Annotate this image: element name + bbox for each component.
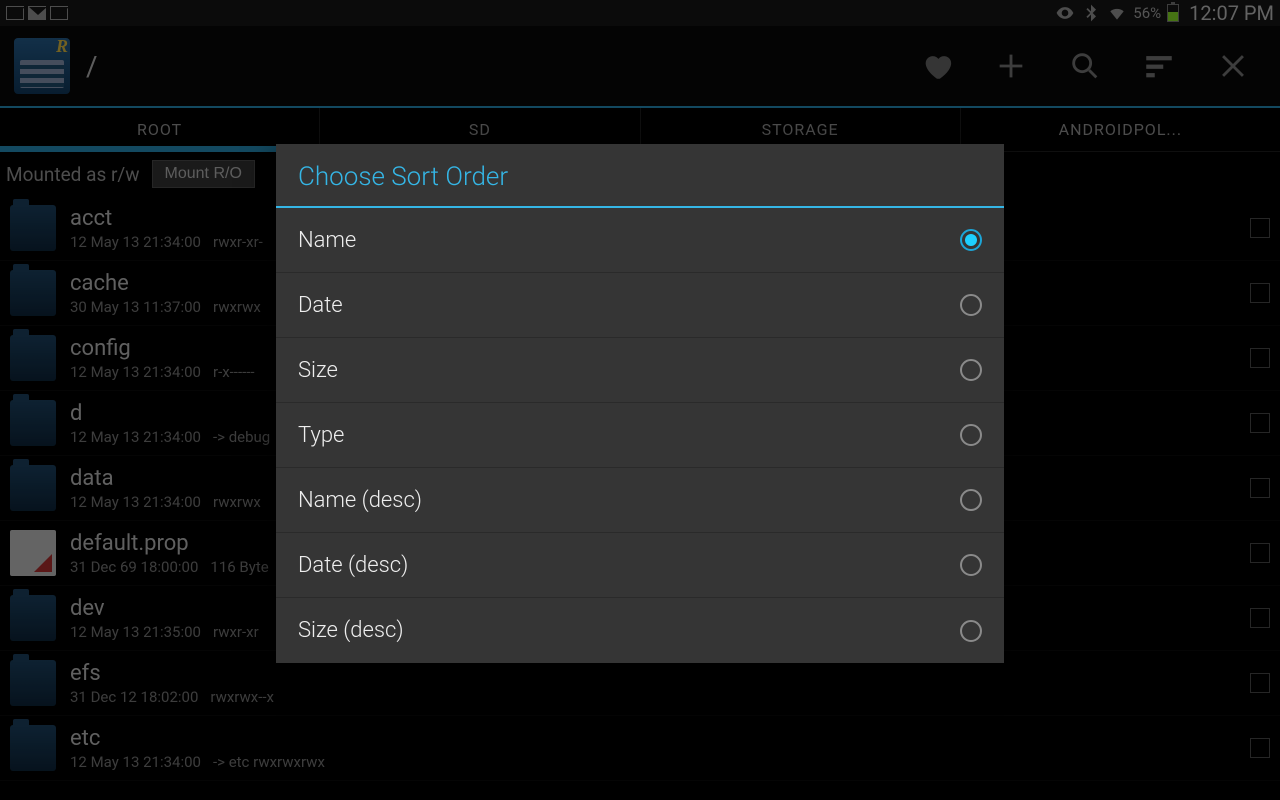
radio-icon[interactable] bbox=[960, 229, 982, 251]
sort-option-label: Type bbox=[298, 423, 344, 448]
sort-dialog: Choose Sort Order Name Date Size Type Name (… bbox=[276, 144, 1004, 663]
dialog-list: Name Date Size Type Name (desc) Date (desc) Si… bbox=[276, 208, 1004, 663]
sort-option-name[interactable]: Name bbox=[276, 208, 1004, 273]
radio-icon[interactable] bbox=[960, 294, 982, 316]
radio-icon[interactable] bbox=[960, 620, 982, 642]
radio-icon[interactable] bbox=[960, 489, 982, 511]
sort-option-label: Name bbox=[298, 228, 356, 253]
sort-option-size[interactable]: Size bbox=[276, 338, 1004, 403]
sort-option-label: Size bbox=[298, 358, 338, 383]
sort-option-date-desc-[interactable]: Date (desc) bbox=[276, 533, 1004, 598]
sort-option-size-desc-[interactable]: Size (desc) bbox=[276, 598, 1004, 663]
radio-icon[interactable] bbox=[960, 424, 982, 446]
sort-option-label: Name (desc) bbox=[298, 488, 422, 513]
sort-option-date[interactable]: Date bbox=[276, 273, 1004, 338]
sort-option-label: Size (desc) bbox=[298, 618, 404, 643]
radio-icon[interactable] bbox=[960, 359, 982, 381]
dialog-title: Choose Sort Order bbox=[276, 144, 1004, 206]
sort-option-name-desc-[interactable]: Name (desc) bbox=[276, 468, 1004, 533]
radio-icon[interactable] bbox=[960, 554, 982, 576]
sort-option-label: Date bbox=[298, 293, 343, 318]
sort-option-type[interactable]: Type bbox=[276, 403, 1004, 468]
sort-option-label: Date (desc) bbox=[298, 553, 408, 578]
